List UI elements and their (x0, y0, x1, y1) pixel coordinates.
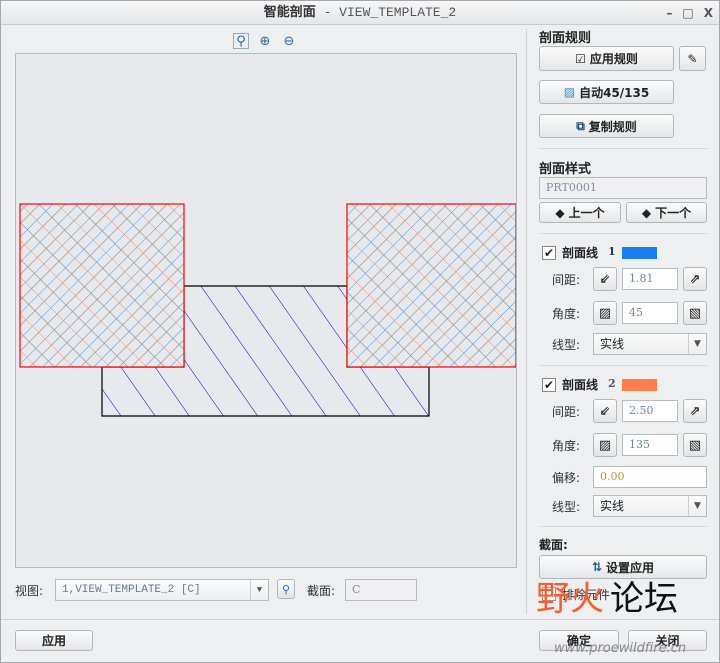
watermark-text-b: 论坛 (610, 579, 678, 619)
next-label: 下一个 (655, 206, 692, 220)
hatch1-angle-field[interactable]: 45 (622, 302, 678, 324)
hatch1-label: 剖面线 (562, 246, 599, 260)
style-heading: 剖面样式 (539, 162, 592, 177)
angle-135-icon[interactable]: ▧ (683, 301, 707, 325)
view-select-value: 1,VIEW_TEMPLATE_2 [C] (62, 584, 201, 596)
apply-button[interactable]: 应用 (15, 630, 93, 651)
view-label: 视图: (15, 584, 44, 598)
chevron-down-icon: ▼ (688, 334, 706, 354)
hatch2-color-swatch[interactable] (622, 379, 657, 391)
copy-icon: ⧉ (576, 118, 585, 133)
separator (539, 233, 707, 234)
hatch1-linetype-value: 实线 (600, 337, 625, 351)
section-heading: 截面: (539, 538, 568, 552)
hatch2-offset-label: 偏移: (552, 471, 581, 485)
zoom-in-icon[interactable]: ⊕ (257, 33, 273, 49)
separator (539, 148, 707, 149)
hatch2-angle-label: 角度: (552, 439, 581, 453)
previous-label: 上一个 (568, 206, 605, 220)
hatch2-index: 2 (608, 377, 616, 390)
hatch2-linetype-label: 线型: (552, 500, 581, 514)
window-title-suffix: - VIEW_TEMPLATE_2 (315, 5, 457, 20)
hatch1-linetype-select[interactable]: 实线 ▼ (593, 333, 707, 355)
section-field: C (345, 579, 417, 601)
decrease-spacing-icon[interactable]: ⇙ (593, 399, 617, 423)
right-block[interactable] (346, 203, 517, 368)
hatch2-linetype-value: 实线 (600, 499, 625, 513)
previous-button[interactable]: ◆ 上一个 (539, 202, 621, 223)
auto-label: 自动45/135 (579, 85, 650, 100)
window-title: 智能剖面 (263, 5, 316, 20)
rules-heading: 剖面规则 (539, 31, 592, 46)
maximize-button[interactable]: □ (682, 1, 693, 25)
chevron-down-icon: ▼ (688, 496, 706, 516)
watermark-url: www.proewildfire.cn (554, 641, 687, 656)
smart-section-dialog: 智能剖面 - VIEW_TEMPLATE_2 – □ X ⚲ ⊕ ⊖ 视图: 1… (0, 0, 720, 663)
increase-spacing-icon[interactable]: ⇗ (683, 399, 707, 423)
close-window-button[interactable]: X (704, 1, 713, 25)
hatch2-angle-field[interactable]: 135 (622, 434, 678, 456)
edit-rules-button[interactable]: ✎ (679, 46, 706, 71)
section-preview (19, 203, 517, 417)
angle-45-icon[interactable]: ▨ (593, 433, 617, 457)
edit-icon: ✎ (687, 51, 698, 66)
hatch1-spacing-label: 间距: (552, 273, 581, 287)
hatch2-spacing-label: 间距: (552, 405, 581, 419)
hatch1-index: 1 (608, 245, 616, 258)
auto-hatch-icon: ▨ (563, 85, 576, 99)
apply-label: 应用 (41, 634, 66, 648)
view-select[interactable]: 1,VIEW_TEMPLATE_2 [C] ▼ (55, 579, 269, 601)
separator (1, 619, 719, 620)
auto-45-135-button[interactable]: ▨ 自动45/135 (539, 80, 674, 104)
separator (539, 526, 707, 527)
hatch1-linetype-label: 线型: (552, 338, 581, 352)
hatch2-label: 剖面线 (562, 378, 599, 392)
set-apply-button[interactable]: ⇅ 设置应用 (539, 555, 707, 579)
hatch1-color-swatch[interactable] (622, 247, 657, 259)
hatch2-spacing-field[interactable]: 2.50 (622, 400, 678, 422)
left-block[interactable] (19, 203, 185, 368)
hatch1-spacing-field[interactable]: 1.81 (622, 268, 678, 290)
minimize-button[interactable]: – (666, 1, 672, 25)
watermark-text-a: 野火 (536, 579, 604, 619)
set-apply-label: 设置应用 (606, 560, 655, 575)
part-field: PRT0001 (539, 177, 707, 199)
section-label: 截面: (307, 584, 336, 598)
zoom-out-icon[interactable]: ⊖ (281, 33, 297, 49)
hatch2-checkbox[interactable]: ✔ (542, 378, 556, 392)
watermark-logo: 野火 论坛 (536, 581, 678, 617)
arrow-left-icon: ◆ (555, 205, 565, 220)
zoom-fit-icon[interactable]: ⚲ (233, 33, 249, 49)
chevron-down-icon: ▼ (250, 580, 268, 600)
divider (526, 29, 527, 614)
decrease-spacing-icon[interactable]: ⇙ (593, 267, 617, 291)
copy-rules-label: 复制规则 (588, 119, 637, 134)
angle-45-icon[interactable]: ▨ (593, 301, 617, 325)
apply-rules-button[interactable]: ☑ 应用规则 (539, 46, 674, 71)
preview-canvas[interactable] (15, 53, 517, 568)
hatch1-angle-label: 角度: (552, 307, 581, 321)
arrow-right-icon: ◆ (641, 205, 652, 220)
refresh-icon: ⇅ (591, 560, 603, 574)
copy-rules-button[interactable]: ⧉ 复制规则 (539, 114, 674, 138)
angle-135-icon[interactable]: ▧ (683, 433, 707, 457)
hatch2-linetype-select[interactable]: 实线 ▼ (593, 495, 707, 517)
checklist-icon: ☑ (575, 51, 586, 66)
title-bar: 智能剖面 - VIEW_TEMPLATE_2 – □ X (1, 1, 719, 25)
separator (539, 365, 707, 366)
increase-spacing-icon[interactable]: ⇗ (683, 267, 707, 291)
apply-rules-label: 应用规则 (589, 52, 638, 66)
hatch2-offset-field[interactable]: 0.00 (593, 466, 707, 488)
view-zoom-icon[interactable]: ⚲ (277, 579, 295, 599)
next-button[interactable]: ◆ 下一个 (626, 202, 707, 223)
hatch1-checkbox[interactable]: ✔ (542, 246, 556, 260)
